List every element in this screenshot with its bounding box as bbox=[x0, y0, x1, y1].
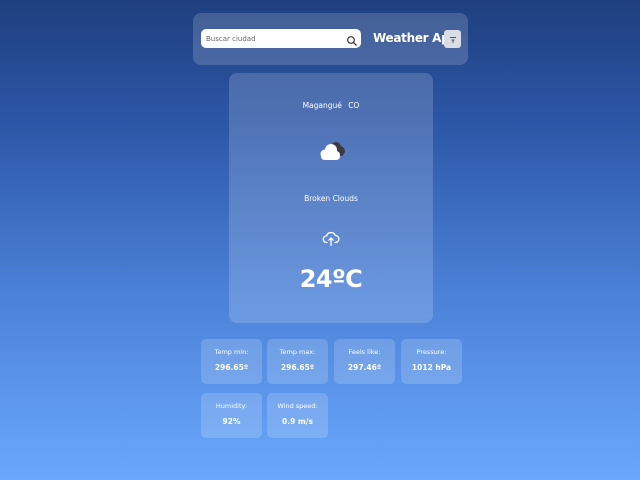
stat-label: Pressure: bbox=[416, 348, 447, 356]
broken-clouds-icon bbox=[315, 137, 347, 165]
stat-value: 296.65º bbox=[214, 363, 249, 372]
search-input[interactable] bbox=[201, 29, 341, 48]
stat-label: Feels like: bbox=[348, 348, 381, 356]
stat-value: 1012 hPa bbox=[411, 363, 452, 372]
stat-temp-max: Temp max: 296.65º bbox=[267, 339, 328, 384]
stat-value: 297.46º bbox=[347, 363, 382, 372]
stat-temp-min: Temp min: 296.65º bbox=[201, 339, 262, 384]
city-name: Magangué bbox=[302, 101, 342, 110]
stat-value: 92% bbox=[222, 417, 241, 426]
stat-label: Humidity: bbox=[215, 402, 248, 410]
location: Magangué CO bbox=[229, 101, 433, 110]
weather-description: Broken Clouds bbox=[304, 194, 358, 203]
stat-label: Wind speed: bbox=[277, 402, 318, 410]
weather-card: Magangué CO Broken Clouds 24ºC bbox=[229, 73, 433, 323]
stat-pressure: Pressure: 1012 hPa bbox=[401, 339, 462, 384]
stat-value: 0.9 m/s bbox=[282, 417, 313, 426]
filter-icon bbox=[449, 32, 457, 47]
header-bar: Weather App bbox=[193, 13, 468, 65]
stat-value: 296.65º bbox=[280, 363, 315, 372]
search-box bbox=[201, 29, 361, 48]
filter-button[interactable] bbox=[444, 30, 461, 48]
stat-label: Temp max: bbox=[279, 348, 316, 356]
stat-feels-like: Feels like: 297.46º bbox=[334, 339, 395, 384]
stat-wind-speed: Wind speed: 0.9 m/s bbox=[267, 393, 328, 438]
stat-label: Temp min: bbox=[214, 348, 249, 356]
temperature: 24ºC bbox=[299, 265, 363, 293]
stat-humidity: Humidity: 92% bbox=[201, 393, 262, 438]
search-icon[interactable] bbox=[346, 32, 358, 46]
country-code: CO bbox=[348, 101, 360, 110]
cloud-upload-icon bbox=[322, 229, 340, 247]
